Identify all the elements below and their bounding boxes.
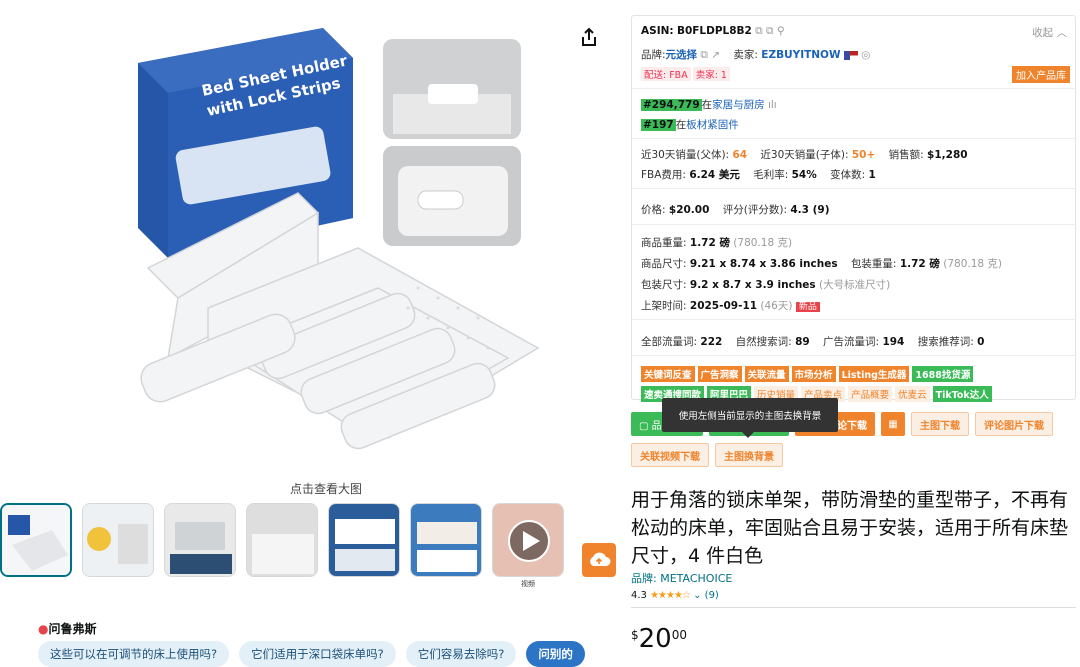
- rufus-question[interactable]: 它们容易去除吗?: [405, 641, 517, 667]
- asin-row: ASIN: B0FLDPL8B2 ⧉ ⧉ ⚲: [641, 25, 785, 37]
- tools-row-1: 关键词反查 广告洞察 关联流量 市场分析 Listing生成器 1688找货源: [641, 366, 976, 382]
- review-image-download-button[interactable]: 评论图片下载: [975, 412, 1053, 436]
- pkg-dims-row: 包装尺寸: 9.2 x 8.7 x 3.9 inches (大号标准尺寸): [641, 279, 891, 291]
- thumbnail-strip: 视频: [0, 503, 564, 589]
- fba-row: FBA费用: 6.24 美元 毛利率: 54% 变体数: 1: [641, 169, 876, 181]
- collapse-button[interactable]: 收起 ︿: [1032, 25, 1067, 40]
- seller-link[interactable]: EZBUYITNOW: [761, 49, 840, 61]
- share-icon[interactable]: [578, 26, 600, 48]
- dims-row: 商品尺寸: 9.21 x 8.74 x 3.86 inches 包装重量: 1.…: [641, 258, 1003, 270]
- thumb-6[interactable]: [410, 503, 482, 577]
- divider: [631, 607, 1076, 608]
- video-thumb[interactable]: [492, 503, 564, 577]
- thumb-4[interactable]: [246, 503, 318, 577]
- calculator-icon[interactable]: ▦: [881, 412, 905, 436]
- tool-link[interactable]: 市场分析: [791, 366, 836, 382]
- add-to-library-button[interactable]: 加入产品库: [1012, 66, 1070, 83]
- weight-row: 商品重量: 1.72 磅 (780.18 克): [641, 237, 793, 249]
- rufus-question[interactable]: 它们适用于深口袋床单吗?: [239, 641, 396, 667]
- cloud-upload-icon[interactable]: [582, 543, 616, 577]
- download-buttons-row-2: 关联视频下载 主图换背景: [631, 443, 783, 467]
- keyword-row: 全部流量词: 222 自然搜索词: 89 广告流量词: 194 搜索推荐词: 0: [641, 336, 985, 348]
- chart-icon[interactable]: ılı: [768, 99, 777, 111]
- tool-link[interactable]: TikTok达人: [932, 386, 992, 402]
- listed-row: 上架时间: 2025-09-11 (46天) 新品: [641, 298, 820, 313]
- new-badge: 新品: [795, 302, 820, 312]
- rufus-question[interactable]: 这些可以在可调节的床上使用吗?: [38, 641, 230, 667]
- tool-link[interactable]: 广告洞察: [697, 366, 742, 382]
- rank-row-2: #197 在板材紧固件: [641, 119, 739, 131]
- brand-row: 品牌:元选择 ⧉ ↗ 卖家: EZBUYITNOW ◎: [641, 49, 871, 61]
- thumb-2[interactable]: [82, 503, 154, 577]
- ask-rufus-title: ●问鲁弗斯: [38, 622, 97, 636]
- brand-link[interactable]: 元选择: [666, 49, 698, 61]
- tool-link[interactable]: 关键词反查: [641, 366, 695, 382]
- video-thumb-wrap: 视频: [492, 503, 564, 589]
- video-label: 视频: [521, 580, 535, 588]
- tool-link[interactable]: 关联流量: [744, 366, 789, 382]
- main-image-download-button[interactable]: 主图下载: [911, 412, 969, 436]
- thumb-3[interactable]: [164, 503, 236, 577]
- copy-icon[interactable]: ⧉ ⧉ ⚲: [755, 25, 784, 37]
- tool-link[interactable]: 产品概要: [848, 386, 893, 402]
- view-larger-link[interactable]: 点击查看大图: [0, 480, 652, 497]
- ask-something-else[interactable]: 问别的: [526, 641, 585, 667]
- thumb-5[interactable]: [328, 503, 400, 577]
- tool-link[interactable]: 优麦云: [895, 386, 930, 402]
- us-flag-icon: [843, 50, 858, 60]
- seller-plugin-panel: ASIN: B0FLDPL8B2 ⧉ ⧉ ⚲ 收起 ︿ 品牌:元选择 ⧉ ↗ 卖…: [631, 15, 1076, 402]
- rank-row-1: #294,779 在家居与厨房 ılı: [641, 99, 777, 111]
- inset-image-bottom: [383, 146, 521, 246]
- sparkle-icon: ●: [38, 622, 49, 636]
- price: $2000: [631, 624, 688, 654]
- brand-link[interactable]: 品牌: METACHOICE: [631, 570, 732, 586]
- asin-value[interactable]: B0FLDPL8B2: [677, 25, 752, 37]
- inset-image-top: [383, 39, 521, 139]
- sales-row: 近30天销量(父体): 64 近30天销量(子体): 50+ 销售额: $1,2…: [641, 149, 968, 161]
- thumb-1[interactable]: [0, 503, 72, 577]
- video-download-button[interactable]: 关联视频下载: [631, 443, 709, 467]
- product-title: 用于角落的锁床单架，带防滑垫的重型带子，不再有松动的床单，牢固贴合且易于安装，适…: [631, 489, 1069, 567]
- tooltip: 使用左侧当前显示的主图去换背景: [662, 398, 838, 438]
- rufus-questions: 这些可以在可调节的床上使用吗? 它们适用于深口袋床单吗? 它们容易去除吗? 问别…: [38, 641, 585, 667]
- replace-background-button[interactable]: 主图换背景: [715, 443, 783, 467]
- price-row: 价格: $20.00 评分(评分数): 4.3 (9): [641, 204, 830, 216]
- rating-row[interactable]: 4.3 ★★★★☆ ⌄ (9): [631, 590, 719, 601]
- stars-icon: ★★★★☆: [650, 590, 691, 601]
- tool-link[interactable]: Listing生成器: [838, 366, 910, 382]
- tool-link[interactable]: 1688找货源: [912, 366, 974, 382]
- shipping-tags: 配送: FBA 卖家: 1: [641, 67, 732, 81]
